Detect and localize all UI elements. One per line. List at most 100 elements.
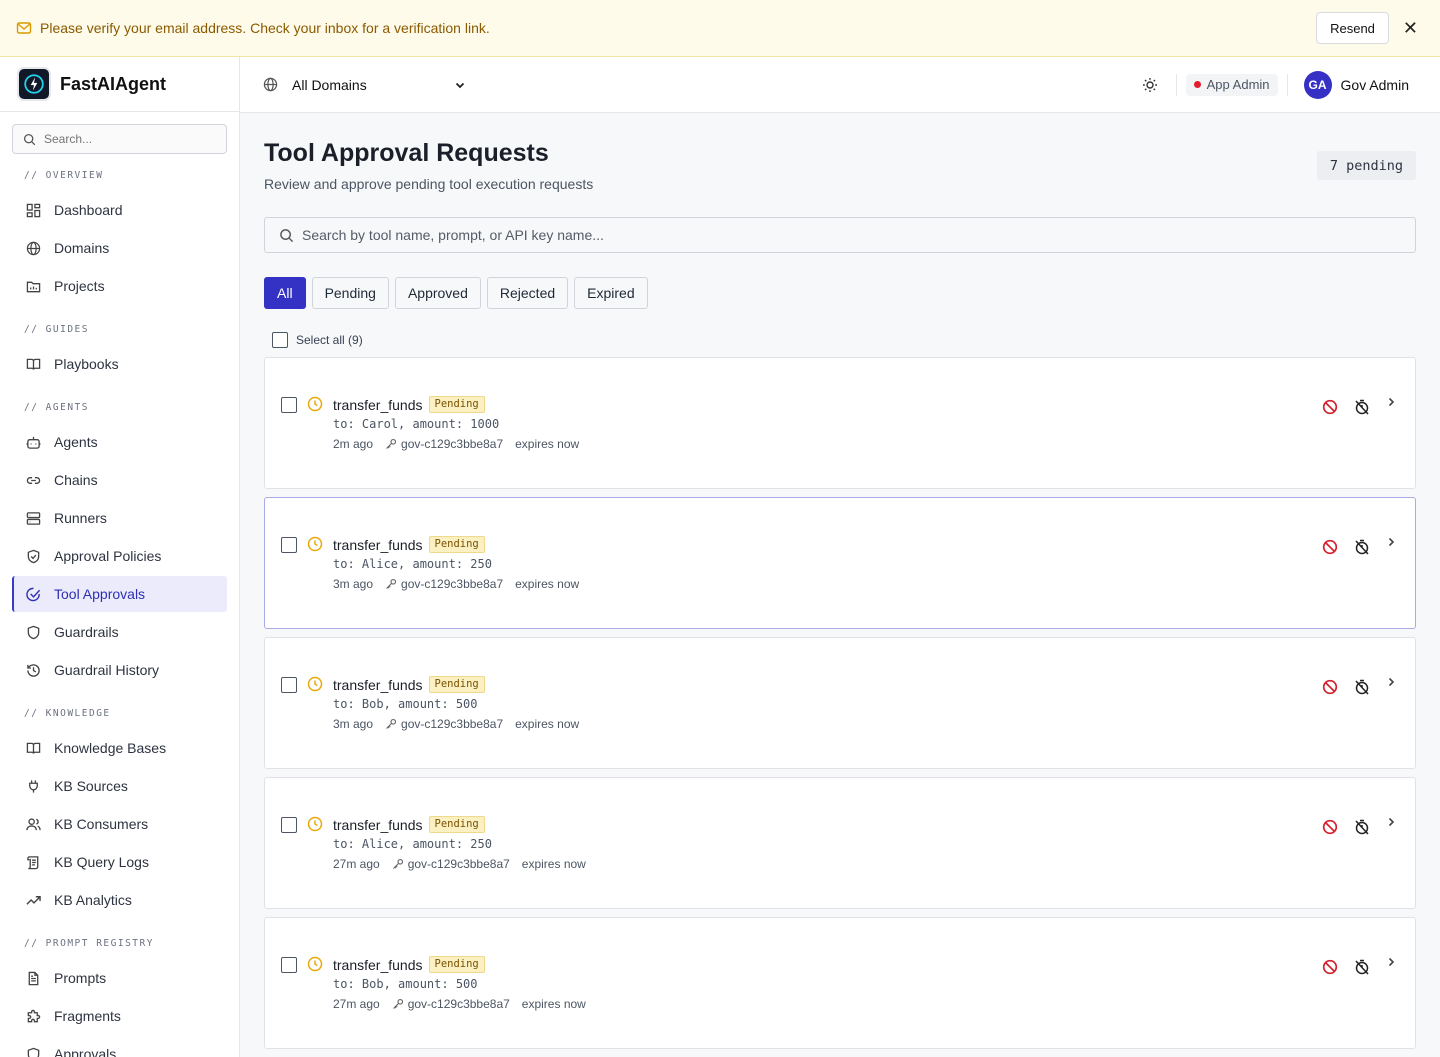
request-card[interactable]: transfer_funds Pending to: Bob, amount: … — [264, 917, 1416, 1049]
close-icon[interactable]: ✕ — [1403, 19, 1418, 37]
api-key-name: gov-c129c3bbe8a7 — [407, 997, 510, 1011]
sidebar-search[interactable] — [12, 124, 227, 154]
status-badge: Pending — [428, 956, 485, 973]
request-card[interactable]: transfer_funds Pending to: Bob, amount: … — [264, 637, 1416, 769]
role-label: App Admin — [1206, 77, 1270, 92]
request-meta: 27m ago gov-c129c3bbe8a7 expires now — [333, 997, 586, 1011]
reject-icon[interactable] — [1321, 538, 1339, 556]
tool-arguments: to: Bob, amount: 500 — [333, 977, 478, 991]
book-icon — [25, 740, 41, 756]
clock-icon — [307, 536, 323, 552]
filter-rejected[interactable]: Rejected — [486, 277, 569, 309]
search-icon — [280, 228, 294, 242]
sidebar-item-playbooks[interactable]: Playbooks — [12, 346, 227, 382]
sidebar-item-guardrails[interactable]: Guardrails — [12, 614, 227, 650]
request-actions — [1307, 675, 1397, 696]
request-checkbox[interactable] — [281, 677, 297, 693]
request-checkbox[interactable] — [281, 537, 297, 553]
sidebar-item-label: Runners — [54, 510, 107, 526]
timer-off-icon[interactable] — [1353, 958, 1371, 976]
request-card[interactable]: transfer_funds Pending to: Alice, amount… — [264, 497, 1416, 629]
status-badge: Pending — [428, 676, 485, 693]
timer-off-icon[interactable] — [1353, 678, 1371, 696]
request-checkbox[interactable] — [281, 397, 297, 413]
filter-approved[interactable]: Approved — [394, 277, 481, 309]
sidebar-item-dashboard[interactable]: Dashboard — [12, 192, 227, 228]
domain-selector[interactable]: All Domains — [263, 77, 466, 93]
request-meta: 3m ago gov-c129c3bbe8a7 expires now — [333, 577, 579, 591]
sidebar-item-kb-query-logs[interactable]: KB Query Logs — [12, 844, 227, 880]
sidebar-item-knowledge-bases[interactable]: Knowledge Bases — [12, 730, 227, 766]
api-key-name: gov-c129c3bbe8a7 — [401, 437, 504, 451]
select-all-checkbox[interactable] — [272, 332, 288, 348]
filter-all[interactable]: All — [264, 277, 306, 309]
chevron-right-icon[interactable] — [1385, 395, 1397, 413]
user-menu[interactable]: GA Gov Admin — [1303, 70, 1409, 99]
mail-icon — [16, 22, 32, 34]
sidebar-item-kb-analytics[interactable]: KB Analytics — [12, 882, 227, 918]
status-badge: Pending — [428, 816, 485, 833]
chevron-right-icon[interactable] — [1385, 535, 1397, 553]
tool-name: transfer_funds — [333, 536, 423, 553]
status-badge: Pending — [428, 536, 485, 553]
clock-icon — [307, 396, 323, 412]
select-all[interactable]: Select all (9) — [272, 332, 363, 348]
brand[interactable]: FastAIAgent — [0, 57, 239, 112]
tool-arguments: to: Bob, amount: 500 — [333, 697, 478, 711]
sidebar-section-label: // KNOWLEDGE — [24, 708, 111, 719]
request-search-input[interactable] — [302, 227, 1401, 243]
timer-off-icon[interactable] — [1353, 818, 1371, 836]
tool-name-row: transfer_funds Pending — [333, 396, 485, 413]
select-all-label: Select all (9) — [296, 333, 363, 347]
timer-off-icon[interactable] — [1353, 538, 1371, 556]
reject-icon[interactable] — [1321, 818, 1339, 836]
sidebar-item-approval-policies[interactable]: Approval Policies — [12, 538, 227, 574]
sidebar-item-projects[interactable]: Projects — [12, 268, 227, 304]
reject-icon[interactable] — [1321, 678, 1339, 696]
tool-name-row: transfer_funds Pending — [333, 676, 485, 693]
sidebar-search-input[interactable] — [44, 132, 214, 146]
verify-email-banner: Please verify your email address. Check … — [0, 0, 1440, 57]
request-checkbox[interactable] — [281, 817, 297, 833]
sidebar-item-tool-approvals[interactable]: Tool Approvals — [12, 576, 227, 612]
api-key: gov-c129c3bbe8a7 — [385, 577, 503, 591]
reject-icon[interactable] — [1321, 398, 1339, 416]
scroll-icon — [25, 854, 41, 870]
filter-expired[interactable]: Expired — [574, 277, 648, 309]
pending-count-badge: 7 pending — [1316, 151, 1416, 180]
chevron-right-icon[interactable] — [1385, 955, 1397, 973]
sidebar-section-label: // OVERVIEW — [24, 170, 104, 181]
sidebar-item-label: Approval Policies — [54, 548, 162, 564]
logo-icon — [17, 67, 51, 101]
sidebar-item-chains[interactable]: Chains — [12, 462, 227, 498]
request-search[interactable] — [264, 217, 1416, 253]
expiry: expires now — [515, 437, 580, 451]
sidebar-item-guardrail-history[interactable]: Guardrail History — [12, 652, 227, 688]
request-card[interactable]: transfer_funds Pending to: Carol, amount… — [264, 357, 1416, 489]
sidebar-item-approvals[interactable]: Approvals — [12, 1036, 227, 1057]
key-icon — [386, 718, 397, 729]
link-icon — [25, 472, 41, 488]
filter-pending[interactable]: Pending — [311, 277, 389, 309]
sidebar-item-domains[interactable]: Domains — [12, 230, 227, 266]
tool-name: transfer_funds — [333, 816, 423, 833]
request-card[interactable]: transfer_funds Pending to: Alice, amount… — [264, 777, 1416, 909]
reject-icon[interactable] — [1321, 958, 1339, 976]
clock-icon — [307, 676, 323, 692]
sidebar-item-runners[interactable]: Runners — [12, 500, 227, 536]
tool-arguments: to: Alice, amount: 250 — [333, 837, 492, 851]
resend-button[interactable]: Resend — [1316, 12, 1389, 44]
timer-off-icon[interactable] — [1353, 398, 1371, 416]
sidebar-item-agents[interactable]: Agents — [12, 424, 227, 460]
sidebar-item-kb-sources[interactable]: KB Sources — [12, 768, 227, 804]
sidebar-section-label: // GUIDES — [24, 324, 89, 335]
sidebar-item-prompts[interactable]: Prompts — [12, 960, 227, 996]
tool-name-row: transfer_funds Pending — [333, 816, 485, 833]
sun-icon[interactable] — [1140, 75, 1160, 95]
api-key-name: gov-c129c3bbe8a7 — [401, 717, 504, 731]
request-checkbox[interactable] — [281, 957, 297, 973]
sidebar-item-kb-consumers[interactable]: KB Consumers — [12, 806, 227, 842]
chevron-right-icon[interactable] — [1385, 675, 1397, 693]
chevron-right-icon[interactable] — [1385, 815, 1397, 833]
sidebar-item-fragments[interactable]: Fragments — [12, 998, 227, 1034]
